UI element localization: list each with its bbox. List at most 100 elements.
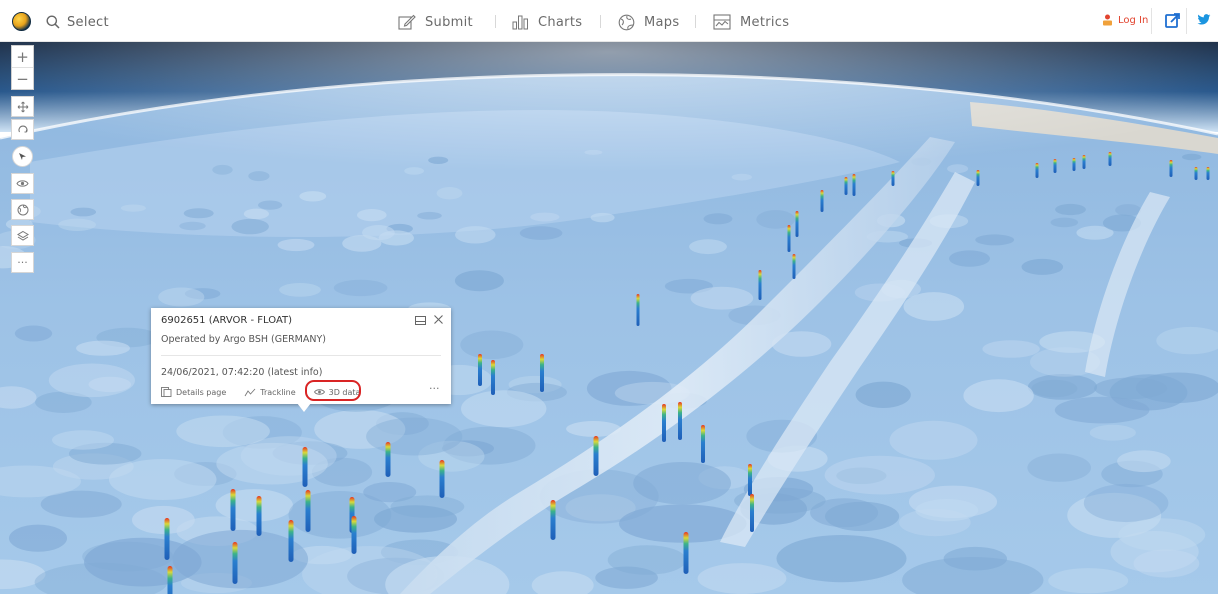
argo-float-profile[interactable] <box>683 532 689 574</box>
argo-float-profile[interactable] <box>232 542 238 584</box>
nav-charts-label: Charts <box>538 14 583 30</box>
seafloor-bump <box>390 495 465 518</box>
seafloor-bump <box>76 340 130 356</box>
bar-chart-icon <box>512 15 528 30</box>
visibility-button[interactable] <box>11 173 34 194</box>
eye-icon <box>16 180 29 187</box>
nav-separator <box>495 15 496 28</box>
compass-button[interactable] <box>12 146 33 167</box>
nav-maps-label: Maps <box>644 14 680 30</box>
argo-float-profile[interactable] <box>478 354 482 386</box>
zoom-control: + − <box>11 45 34 90</box>
twitter-icon[interactable] <box>1197 13 1211 27</box>
argo-float-profile[interactable] <box>302 447 308 487</box>
seafloor-bump <box>855 381 911 408</box>
popup-more-button[interactable]: ··· <box>429 382 440 395</box>
seafloor-bump <box>108 459 217 500</box>
details-page-button[interactable]: Details page <box>161 387 226 397</box>
nav-maps[interactable]: Maps <box>618 11 679 33</box>
seafloor-bump <box>48 363 135 398</box>
seafloor-bump <box>697 563 787 594</box>
argo-float-profile[interactable] <box>385 442 391 477</box>
popup-pointer <box>297 403 311 412</box>
seafloor-bump <box>949 250 990 267</box>
login-button[interactable]: Log In <box>1102 14 1148 26</box>
seafloor-bump <box>461 390 547 428</box>
pan-icon <box>17 101 28 112</box>
zoom-in-button[interactable]: + <box>12 46 33 68</box>
popup-divider <box>161 355 441 356</box>
argo-float-profile[interactable] <box>748 464 752 496</box>
select-button[interactable]: Select <box>46 11 109 33</box>
details-page-icon <box>161 387 172 397</box>
seafloor-bump <box>1094 377 1168 400</box>
seafloor-bump <box>1054 396 1150 424</box>
seafloor-bump <box>690 286 754 310</box>
float-info-popup: 6902651 (ARVOR - FLOAT) Operated by Argo… <box>151 308 451 412</box>
argo-float-profile[interactable] <box>256 496 262 536</box>
seafloor-bump <box>810 498 879 528</box>
seafloor-bump <box>633 462 731 505</box>
close-icon[interactable] <box>433 314 444 325</box>
argo-float-profile[interactable] <box>540 354 544 392</box>
argo-float-profile[interactable] <box>164 518 170 560</box>
argo-float-profile[interactable] <box>288 520 294 562</box>
seafloor-bump <box>1021 258 1064 275</box>
basemap-button[interactable] <box>11 199 34 220</box>
argo-float-profile[interactable] <box>167 566 173 594</box>
seafloor-bump <box>1118 518 1206 552</box>
seafloor-bump <box>776 535 907 583</box>
popup-title: 6902651 (ARVOR - FLOAT) <box>161 315 293 326</box>
seafloor-bump <box>158 287 205 307</box>
argo-float-profile[interactable] <box>593 436 599 476</box>
seafloor-bump <box>172 529 309 589</box>
nav-metrics[interactable]: Metrics <box>713 11 789 33</box>
metrics-icon <box>713 14 731 30</box>
nav-separator <box>695 15 696 28</box>
argo-float-profile[interactable] <box>439 460 445 498</box>
argo-float-profile[interactable] <box>758 270 762 300</box>
seafloor-bump <box>333 279 388 297</box>
argo-float-profile[interactable] <box>230 489 236 531</box>
argo-float-profile[interactable] <box>305 490 311 532</box>
seafloor-bump <box>1117 450 1171 473</box>
seafloor-bump <box>454 270 504 292</box>
nav-submit[interactable]: Submit <box>398 11 473 33</box>
argo-float-profile[interactable] <box>678 402 682 440</box>
seafloor-bump <box>216 442 328 485</box>
seafloor-bump <box>824 455 935 495</box>
login-label: Log In <box>1118 14 1149 26</box>
globe-icon <box>618 14 635 30</box>
argo-float-profile[interactable] <box>750 494 754 532</box>
argo-float-profile[interactable] <box>792 254 796 279</box>
popup-operator: Operated by Argo BSH (GERMANY) <box>161 334 326 345</box>
seafloor-bump <box>132 505 195 535</box>
nav-charts[interactable]: Charts <box>512 11 582 33</box>
app-root: Select Submit Charts Maps Metrics Log In… <box>0 0 1218 594</box>
seafloor-bump <box>889 420 978 460</box>
rotate-button[interactable] <box>11 119 34 140</box>
globe-icon <box>17 204 28 215</box>
argo-float-profile[interactable] <box>491 360 495 395</box>
app-logo[interactable] <box>12 12 31 31</box>
share-icon[interactable] <box>1165 12 1181 28</box>
argo-float-profile[interactable] <box>701 425 705 463</box>
more-tools-button[interactable]: ··· <box>11 252 34 273</box>
highlight-annotation <box>305 380 361 401</box>
login-icon <box>1103 14 1112 26</box>
argo-float-profile[interactable] <box>351 516 357 554</box>
top-bar: Select Submit Charts Maps Metrics Log In <box>0 0 1218 42</box>
argo-float-profile[interactable] <box>550 500 556 540</box>
zoom-out-button[interactable]: − <box>12 68 33 89</box>
pan-button[interactable] <box>11 96 34 117</box>
argo-float-profile[interactable] <box>662 404 666 442</box>
trackline-button[interactable]: Trackline <box>244 388 296 397</box>
seafloor-bump <box>9 524 67 552</box>
seafloor-bump <box>1089 424 1136 441</box>
layers-button[interactable] <box>11 225 34 246</box>
toolbar-divider <box>1186 8 1187 34</box>
dock-icon[interactable] <box>415 315 426 326</box>
popup-date: 24/06/2021, 07:42:20 (latest info) <box>161 367 323 378</box>
popup-actions: Details page Trackline 3D data <box>161 385 443 399</box>
argo-float-profile[interactable] <box>636 294 640 326</box>
